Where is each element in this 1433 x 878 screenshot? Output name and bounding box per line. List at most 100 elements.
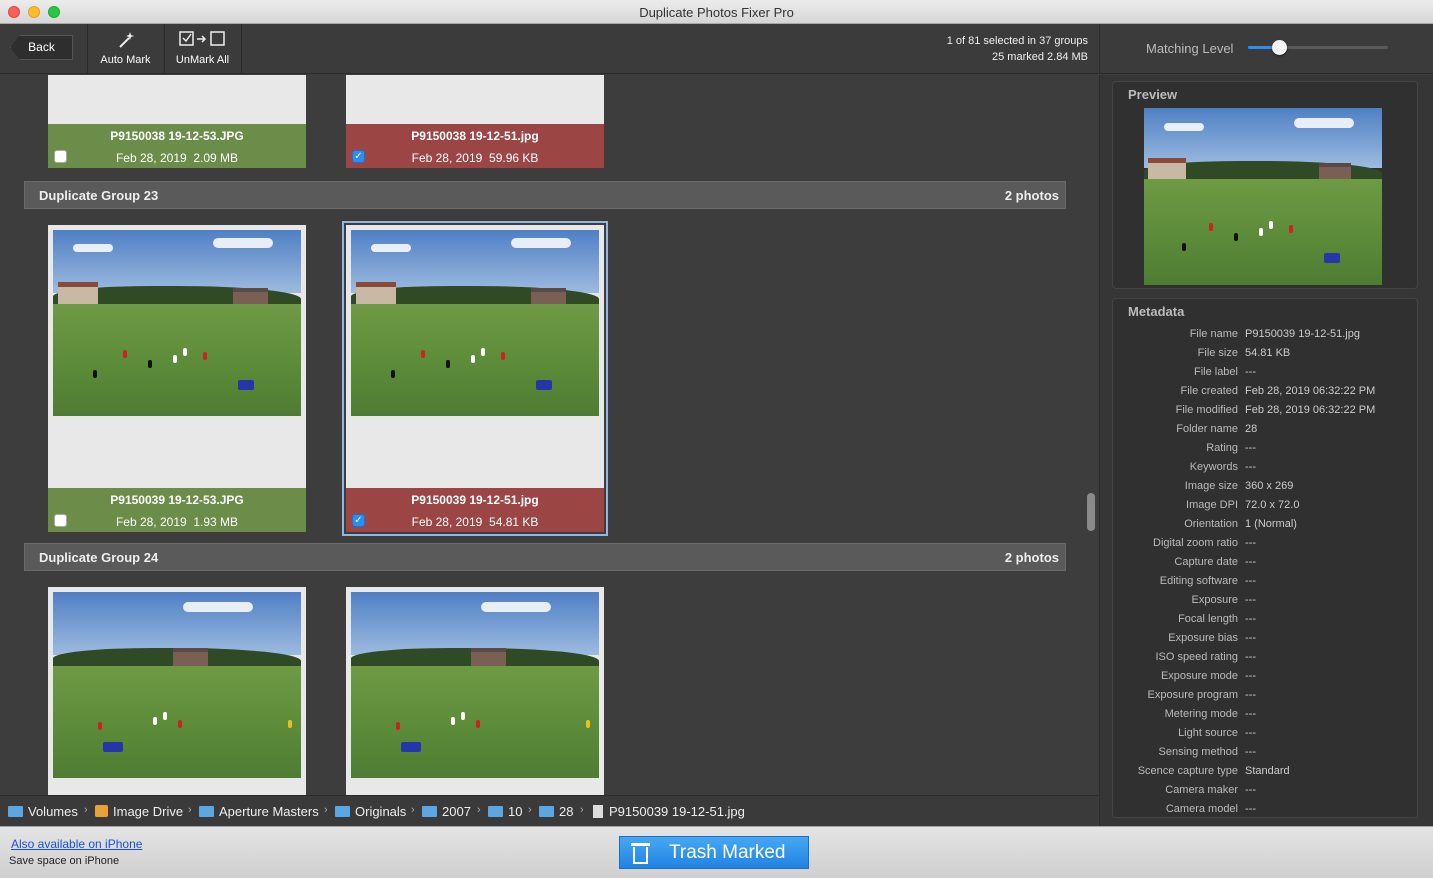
photo-card[interactable]: P9150039 19-12-53.JPG Feb 28, 2019 1.93 …	[48, 225, 306, 532]
duplicate-groups-list: P9150038 19-12-53.JPG Feb 28, 2019 2.09 …	[0, 75, 1098, 795]
folder-icon	[8, 806, 23, 817]
chevron-right-icon: ›	[477, 804, 481, 816]
group-count: 2 photos	[1004, 188, 1059, 203]
photo-card-selected[interactable]: P9150039 19-12-51.jpg ✓ Feb 28, 2019 54.…	[346, 225, 604, 532]
chevron-right-icon: ›	[528, 804, 532, 816]
metadata-title: Metadata	[1128, 304, 1185, 319]
metadata-row: File size 54.81 KB	[1113, 347, 1413, 366]
metadata-row: Camera model ---	[1113, 803, 1413, 817]
metadata-row: File name P9150039 19-12-51.jpg	[1113, 328, 1413, 347]
photo-thumbnail[interactable]	[53, 592, 301, 778]
metadata-value: ---	[1245, 727, 1256, 739]
metadata-key: Keywords	[1189, 461, 1238, 473]
path-bar: Volumes › Image Drive › Aperture Masters…	[0, 795, 1098, 826]
card-meta: Feb 28, 2019 2.09 MB	[48, 151, 306, 165]
marked-summary: 25 marked 2.84 MB	[992, 51, 1088, 63]
group-header: Duplicate Group 23 2 photos	[24, 181, 1066, 209]
metadata-key: Camera model	[1165, 803, 1238, 815]
metadata-row: Exposure mode ---	[1113, 670, 1413, 689]
card-filename: P9150038 19-12-51.jpg	[411, 129, 539, 143]
folder-icon	[539, 806, 554, 817]
bottom-bar: Also available on iPhone Save space on i…	[0, 826, 1433, 878]
metadata-value: 360 x 269	[1245, 480, 1294, 492]
metadata-row: Exposure ---	[1113, 594, 1413, 613]
folder-icon	[422, 806, 437, 817]
metadata-key: Image size	[1184, 480, 1238, 492]
breadcrumb-item[interactable]: Image Drive	[95, 804, 183, 819]
card-size: 59.96 KB	[489, 151, 539, 165]
metadata-value: 1 (Normal)	[1245, 518, 1297, 530]
metadata-key: Capture date	[1174, 556, 1238, 568]
photo-thumbnail[interactable]	[351, 592, 599, 778]
group-name: Duplicate Group 23	[39, 188, 159, 203]
photo-card[interactable]	[346, 587, 604, 795]
toolbar-divider	[241, 24, 242, 74]
unmark-all-button[interactable]: UnMark All	[165, 24, 240, 74]
breadcrumb-item[interactable]: Originals	[335, 804, 406, 819]
metadata-value: ---	[1245, 575, 1256, 587]
metadata-row: ISO speed rating ---	[1113, 651, 1413, 670]
card-date: Feb 28, 2019	[411, 151, 483, 165]
metadata-row: Capture date ---	[1113, 556, 1413, 575]
photo-card[interactable]: P9150038 19-12-53.JPG Feb 28, 2019 2.09 …	[48, 75, 306, 168]
photo-thumbnail[interactable]	[351, 230, 599, 416]
selection-count: 1 of 81 selected in 37 groups	[946, 35, 1088, 47]
slider-knob[interactable]	[1272, 40, 1287, 55]
metadata-value: ---	[1245, 632, 1256, 644]
metadata-row: Image size 360 x 269	[1113, 480, 1413, 499]
metadata-key: File name	[1189, 328, 1238, 340]
card-meta: Feb 28, 2019 54.81 KB	[346, 515, 604, 529]
metadata-row: Image DPI 72.0 x 72.0	[1113, 499, 1413, 518]
metadata-row: File created Feb 28, 2019 06:32:22 PM	[1113, 385, 1413, 404]
folder-icon	[335, 806, 350, 817]
metadata-value: ---	[1245, 746, 1256, 758]
metadata-key: Editing software	[1159, 575, 1238, 587]
breadcrumb-item[interactable]: 28	[539, 804, 573, 819]
metadata-row: Exposure program ---	[1113, 689, 1413, 708]
trash-marked-label: Trash Marked	[669, 842, 786, 863]
metadata-row: Sensing method ---	[1113, 746, 1413, 765]
preview-image	[1144, 108, 1382, 285]
photo-thumbnail[interactable]	[53, 230, 301, 416]
iphone-app-link[interactable]: Also available on iPhone	[11, 837, 142, 851]
metadata-key: Exposure	[1191, 594, 1238, 606]
vertical-scrollbar[interactable]	[1087, 493, 1095, 531]
photo-card[interactable]	[48, 587, 306, 795]
card-filename: P9150039 19-12-51.jpg	[411, 493, 539, 507]
trash-marked-button[interactable]: Trash Marked	[619, 836, 809, 869]
auto-mark-button[interactable]: Auto Mark	[88, 24, 163, 74]
back-button[interactable]: Back	[10, 35, 73, 60]
photo-card[interactable]: P9150038 19-12-51.jpg ✓ Feb 28, 2019 59.…	[346, 75, 604, 168]
breadcrumb-item[interactable]: Aperture Masters	[199, 804, 319, 819]
metadata-key: Sensing method	[1158, 746, 1239, 758]
metadata-row: Light source ---	[1113, 727, 1413, 746]
metadata-row: Editing software ---	[1113, 575, 1413, 594]
metadata-value: ---	[1245, 613, 1256, 625]
card-info: P9150039 19-12-53.JPG Feb 28, 2019 1.93 …	[48, 488, 306, 532]
metadata-row: Focal length ---	[1113, 613, 1413, 632]
card-size: 54.81 KB	[489, 515, 539, 529]
unmark-all-label: UnMark All	[175, 54, 230, 66]
card-size: 2.09 MB	[193, 151, 239, 165]
matching-level-slider[interactable]	[1248, 40, 1388, 55]
card-filename: P9150039 19-12-53.JPG	[110, 493, 244, 507]
breadcrumb-item[interactable]: 10	[488, 804, 522, 819]
breadcrumb-item[interactable]: P9150039 19-12-51.jpg	[593, 804, 745, 819]
metadata-row: Rating ---	[1113, 442, 1413, 461]
metadata-key: Light source	[1178, 727, 1238, 739]
metadata-row: Orientation 1 (Normal)	[1113, 518, 1413, 537]
breadcrumb-item[interactable]: 2007	[422, 804, 471, 819]
metadata-row: File label ---	[1113, 366, 1413, 385]
metadata-key: Rating	[1206, 442, 1238, 454]
chevron-right-icon: ›	[84, 804, 88, 816]
metadata-value: Feb 28, 2019 06:32:22 PM	[1245, 404, 1376, 416]
selection-status: 1 of 81 selected in 37 groups 25 marked …	[947, 33, 1088, 65]
card-info: P9150039 19-12-51.jpg ✓ Feb 28, 2019 54.…	[346, 488, 604, 532]
metadata-value: 54.81 KB	[1245, 347, 1291, 359]
card-size: 1.93 MB	[193, 515, 239, 529]
breadcrumb-item[interactable]: Volumes	[8, 804, 78, 819]
metadata-key: Metering mode	[1164, 708, 1238, 720]
metadata-row: Camera maker ---	[1113, 784, 1413, 803]
metadata-value: 72.0 x 72.0	[1245, 499, 1300, 511]
chevron-right-icon: ›	[324, 804, 328, 816]
